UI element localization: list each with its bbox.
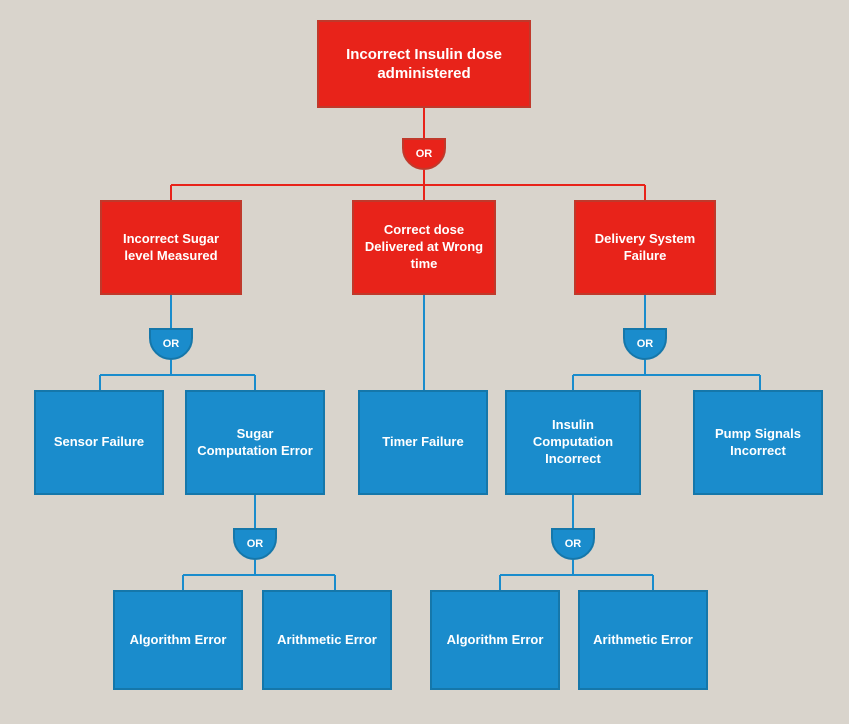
node-timer-failure: Timer Failure [358, 390, 488, 495]
or-gate-left-bottom: OR [233, 528, 277, 560]
or-gate-right: OR [623, 328, 667, 360]
root-node: Incorrect Insulin dose administered [317, 20, 531, 108]
node-arithmetic-error-left: Arithmetic Error [262, 590, 392, 690]
node-correct-dose-wrong-time: Correct dose Delivered at Wrong time [352, 200, 496, 295]
node-incorrect-sugar: Incorrect Sugar level Measured [100, 200, 242, 295]
node-arithmetic-error-right: Arithmetic Error [578, 590, 708, 690]
node-algorithm-error-left: Algorithm Error [113, 590, 243, 690]
node-algorithm-error-right: Algorithm Error [430, 590, 560, 690]
node-sugar-computation-error: Sugar Computation Error [185, 390, 325, 495]
node-delivery-failure: Delivery System Failure [574, 200, 716, 295]
node-insulin-computation: Insulin Computation Incorrect [505, 390, 641, 495]
node-pump-signals: Pump Signals Incorrect [693, 390, 823, 495]
or-gate-right-bottom: OR [551, 528, 595, 560]
or-gate-root: OR [402, 138, 446, 170]
fault-tree-diagram: Incorrect Insulin dose administered OR I… [0, 0, 849, 724]
or-gate-left: OR [149, 328, 193, 360]
node-sensor-failure: Sensor Failure [34, 390, 164, 495]
